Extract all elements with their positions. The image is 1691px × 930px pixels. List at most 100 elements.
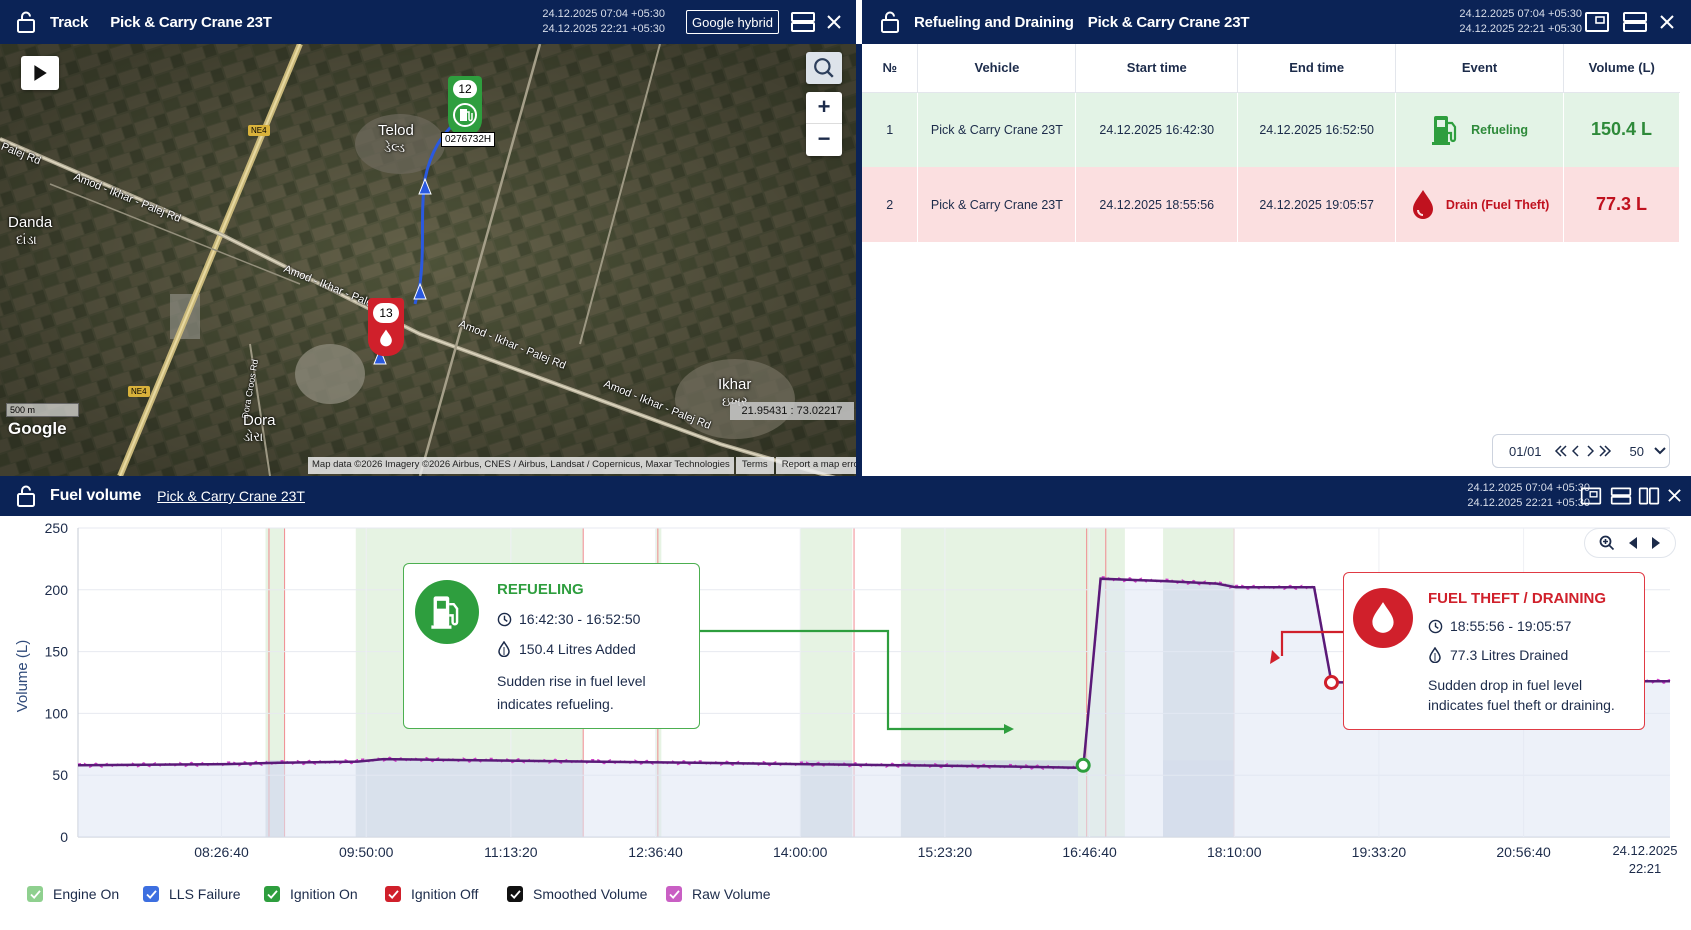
map-type-button[interactable]: Google hybrid <box>686 10 779 34</box>
zoom-in-button[interactable]: + <box>806 92 842 124</box>
refuel-callout-icon <box>415 580 479 644</box>
column-header[interactable]: Volume (L) <box>1563 44 1680 93</box>
row-end-time: 24.12.2025 16:52:50 <box>1237 92 1397 167</box>
per-page-select[interactable]: 50 <box>1630 444 1644 459</box>
maximize-icon[interactable] <box>1584 11 1610 33</box>
prev-page-icon[interactable] <box>1571 445 1580 457</box>
zoom-icon[interactable] <box>1599 535 1615 551</box>
drain-callout-amount: 77.3 Litres Drained <box>1428 647 1568 663</box>
highway-shield: NE4 <box>248 125 270 136</box>
close-icon[interactable] <box>1667 488 1682 503</box>
unlock-icon[interactable] <box>16 485 36 507</box>
legend-raw-volume[interactable]: Raw Volume <box>666 886 771 902</box>
place-label: Dora <box>243 412 276 429</box>
drain-callout: FUEL THEFT / DRAINING 18:55:56 - 19:05:5… <box>1343 572 1645 730</box>
event-label: Drain (Fuel Theft) <box>1445 197 1550 212</box>
checkbox-checked-icon[interactable] <box>27 886 43 902</box>
map-attribution: Map data ©2026 Imagery ©2026 Airbus, CNE… <box>308 457 734 474</box>
play-icon <box>34 65 47 81</box>
y-axis-ticks: 0 50 100 150 200 250 <box>45 520 69 845</box>
checkbox-checked-icon[interactable] <box>143 886 159 902</box>
y-axis-label: Volume (L) <box>14 640 31 713</box>
y-tick-label: 50 <box>52 767 68 783</box>
zoom-out-button[interactable]: − <box>806 124 842 156</box>
close-icon[interactable] <box>826 14 842 30</box>
unlock-icon[interactable] <box>880 11 900 33</box>
columns-view-icon[interactable] <box>1638 485 1660 507</box>
legend-ignition-on[interactable]: Ignition On <box>264 886 358 902</box>
drain-callout-icon <box>1353 588 1413 648</box>
table-row[interactable]: 2 Pick & Carry Crane 23T 24.12.2025 18:5… <box>862 167 1680 242</box>
split-view-icon[interactable] <box>1622 11 1648 33</box>
clock-icon <box>1428 619 1443 633</box>
place-label: ડોરા <box>243 429 264 444</box>
fuel-pump-icon <box>1432 115 1457 145</box>
fuel-vehicle-link[interactable]: Pick & Carry Crane 23T <box>157 488 305 504</box>
checkbox-checked-icon[interactable] <box>507 886 523 902</box>
drop-outline-icon <box>498 641 510 657</box>
track-title: Track <box>50 13 89 31</box>
search-icon <box>814 58 834 78</box>
drain-point[interactable] <box>1323 675 1339 690</box>
row-start-time: 24.12.2025 18:55:56 <box>1075 167 1239 242</box>
vehicle-plate: 0276732H <box>441 132 496 147</box>
column-header[interactable]: End time <box>1237 44 1397 93</box>
row-vehicle: Pick & Carry Crane 23T <box>917 167 1077 242</box>
checkbox-checked-icon[interactable] <box>385 886 401 902</box>
maximize-icon[interactable] <box>1580 485 1602 507</box>
drop-icon <box>1372 602 1394 633</box>
checkbox-checked-icon[interactable] <box>666 886 682 902</box>
next-page-icon[interactable] <box>1586 445 1594 457</box>
close-icon[interactable] <box>1659 14 1675 30</box>
column-header[interactable]: Start time <box>1075 44 1239 93</box>
map-attribution-bar: Map data ©2026 Imagery ©2026 Airbus, CNE… <box>308 457 856 474</box>
drain-marker[interactable]: 13 <box>368 298 404 356</box>
refuel-marker[interactable]: 12 <box>448 76 482 136</box>
checkbox-checked-icon[interactable] <box>264 886 280 902</box>
legend-ignition-off[interactable]: Ignition Off <box>385 886 478 902</box>
place-label: Ikhar <box>718 376 752 393</box>
report-map-error-link[interactable]: Report a map error <box>775 457 856 474</box>
last-page-icon[interactable] <box>1598 445 1612 457</box>
zoom-control: + − <box>806 92 842 156</box>
chevron-down-icon[interactable] <box>1654 447 1666 455</box>
column-header[interactable]: № <box>862 44 919 93</box>
refuel-date-range: 24.12.2025 07:04 +05:30 24.12.2025 22:21… <box>1459 8 1582 35</box>
legend-engine-on[interactable]: Engine On <box>27 886 119 902</box>
refuel-title: Refueling and Draining <box>914 13 1074 31</box>
first-page-icon[interactable] <box>1554 445 1568 457</box>
row-vehicle: Pick & Carry Crane 23T <box>917 92 1077 167</box>
play-button[interactable] <box>21 56 59 90</box>
map-search-button[interactable] <box>806 52 842 84</box>
x-tick-label: 11:13:20 <box>484 844 538 860</box>
x-tick-label: 08:26:40 <box>194 844 249 860</box>
x-tick-label: 14:00:00 <box>773 844 828 860</box>
split-view-icon[interactable] <box>790 11 816 33</box>
track-map[interactable]: Palej Rd Amod - Ikhar - Palej Rd Amod - … <box>0 44 856 476</box>
drain-callout-desc: Sudden drop in fuel level indicates fuel… <box>1428 677 1615 713</box>
track-date-range: 24.12.2025 07:04 +05:30 24.12.2025 22:21… <box>542 8 665 35</box>
highway-shield: NE4 <box>128 386 150 397</box>
refuel-callout-amount: 150.4 Litres Added <box>497 641 636 657</box>
chart-prev-icon[interactable] <box>1628 537 1638 549</box>
chart-next-icon[interactable] <box>1651 537 1661 549</box>
y-tick-label: 200 <box>45 582 69 598</box>
unlock-icon[interactable] <box>16 11 36 33</box>
legend-smoothed-volume[interactable]: Smoothed Volume <box>507 886 647 902</box>
map-scale: 500 m <box>6 403 79 417</box>
column-header[interactable]: Event <box>1395 44 1565 93</box>
split-view-icon[interactable] <box>1610 485 1632 507</box>
legend-lls-failure[interactable]: LLS Failure <box>143 886 241 902</box>
refuel-table-panel: № Vehicle Start time End time Event Volu… <box>862 44 1691 476</box>
page-indicator: 01/01 <box>1509 443 1542 459</box>
place-label: Telod <box>378 122 414 139</box>
row-number: 2 <box>862 167 919 242</box>
column-header[interactable]: Vehicle <box>917 44 1077 93</box>
terms-link[interactable]: Terms <box>735 457 774 474</box>
drop-icon <box>1412 189 1433 219</box>
table-row[interactable]: 1 Pick & Carry Crane 23T 24.12.2025 16:4… <box>862 92 1680 167</box>
google-logo: Google <box>8 419 67 438</box>
refuel-point[interactable] <box>1075 757 1091 773</box>
place-label: Danda <box>8 214 53 231</box>
x-axis-ticks: 08:26:40 09:50:00 11:13:20 12:36:40 14:00:00… <box>194 844 1551 860</box>
